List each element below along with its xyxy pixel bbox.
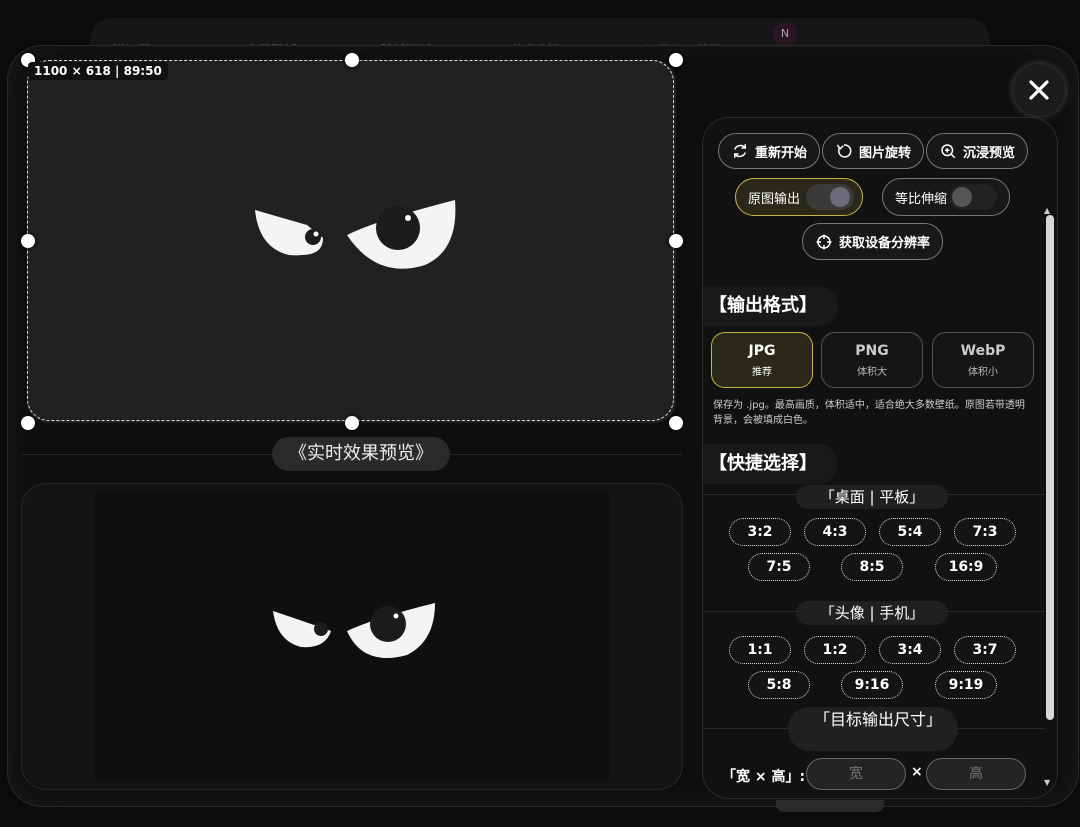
- output-format-heading: 【输出格式】: [703, 286, 838, 326]
- ratio-button[interactable]: 7:5: [748, 553, 810, 581]
- close-button[interactable]: [1013, 64, 1065, 116]
- format-name: PNG: [855, 343, 889, 359]
- crosshair-icon: [816, 234, 832, 249]
- height-input[interactable]: 高: [926, 758, 1026, 790]
- eyes-image: [273, 603, 435, 658]
- crop-handle-right[interactable]: [669, 234, 683, 248]
- crop-handle-top[interactable]: [345, 53, 359, 67]
- format-option-jpg[interactable]: JPG 推荐: [711, 332, 813, 388]
- crop-handle-bottom-right[interactable]: [669, 416, 683, 430]
- close-icon: [1029, 80, 1049, 100]
- ratio-button[interactable]: 1:2: [804, 636, 866, 664]
- format-description: 保存为 .jpg。最高画质，体积适中，适合绝大多数壁纸。原图若带透明背景，会被填…: [713, 400, 1025, 426]
- proportional-toggle[interactable]: 等比伸缩: [882, 178, 1010, 216]
- format-desc: 体积大: [857, 367, 887, 378]
- ratio-button[interactable]: 1:1: [729, 636, 791, 664]
- original-output-label: 原图输出: [748, 191, 801, 207]
- refresh-icon: [733, 144, 746, 158]
- target-size-heading: 「目标输出尺寸」: [788, 707, 958, 751]
- ratio-button[interactable]: 9:16: [841, 671, 903, 699]
- immersive-preview-button[interactable]: 沉浸预览: [926, 133, 1028, 169]
- notification-badge: N: [773, 22, 797, 46]
- restart-button[interactable]: 重新开始: [718, 133, 820, 169]
- ratio-button[interactable]: 3:7: [954, 636, 1016, 664]
- preview-title: 《实时效果预览》: [272, 437, 450, 471]
- preview-image: [93, 491, 610, 781]
- format-option-png[interactable]: PNG 体积大: [821, 332, 923, 388]
- restart-label: 重新开始: [754, 145, 807, 161]
- desktop-group-label: 「桌面 | 平板」: [796, 485, 948, 509]
- scroll-down-icon[interactable]: ▼: [1044, 778, 1050, 787]
- scroll-up-icon[interactable]: ▲: [1044, 206, 1050, 215]
- zoom-in-icon: [941, 144, 956, 159]
- times-sign: ×: [911, 764, 923, 780]
- ratio-button[interactable]: 16:9: [935, 553, 997, 581]
- original-output-switch[interactable]: [806, 184, 854, 210]
- rotate-label: 图片旋转: [858, 145, 911, 161]
- dimensions-label: 1100 × 618 | 89:50: [28, 62, 168, 80]
- bottom-tab: [776, 800, 884, 812]
- crop-handle-bottom-left[interactable]: [21, 416, 35, 430]
- device-resolution-label: 获取设备分辨率: [838, 236, 930, 251]
- crop-handle-left[interactable]: [21, 234, 35, 248]
- size-label: 「宽 × 高」:: [722, 769, 806, 785]
- ratio-button[interactable]: 5:4: [879, 518, 941, 546]
- format-name: JPG: [748, 343, 776, 359]
- immersive-label: 沉浸预览: [962, 145, 1015, 161]
- crop-handle-bottom[interactable]: [345, 416, 359, 430]
- format-option-webp[interactable]: WebP 体积小: [932, 332, 1034, 388]
- format-name: WebP: [960, 343, 1006, 359]
- ratio-button[interactable]: 3:4: [879, 636, 941, 664]
- width-input[interactable]: 宽: [806, 758, 906, 790]
- crop-selection[interactable]: [27, 60, 674, 421]
- scrollbar[interactable]: [1046, 215, 1054, 720]
- format-desc: 体积小: [968, 367, 998, 378]
- ratio-button[interactable]: 3:2: [729, 518, 791, 546]
- ratio-button[interactable]: 8:5: [841, 553, 903, 581]
- rotate-icon: [836, 144, 852, 158]
- device-resolution-button[interactable]: 获取设备分辨率: [802, 223, 943, 260]
- proportional-switch[interactable]: [949, 184, 997, 210]
- ratio-button[interactable]: 7:3: [954, 518, 1016, 546]
- proportional-label: 等比伸缩: [895, 191, 948, 207]
- avatar-group-label: 「头像 | 手机」: [796, 601, 948, 625]
- crop-handle-top-right[interactable]: [669, 53, 683, 67]
- ratio-button[interactable]: 9:19: [935, 671, 997, 699]
- original-output-toggle[interactable]: 原图输出: [735, 178, 863, 216]
- quick-select-heading: 【快捷选择】: [703, 444, 838, 484]
- rotate-button[interactable]: 图片旋转: [822, 133, 924, 169]
- format-desc: 推荐: [752, 367, 772, 378]
- ratio-button[interactable]: 5:8: [748, 671, 810, 699]
- ratio-button[interactable]: 4:3: [804, 518, 866, 546]
